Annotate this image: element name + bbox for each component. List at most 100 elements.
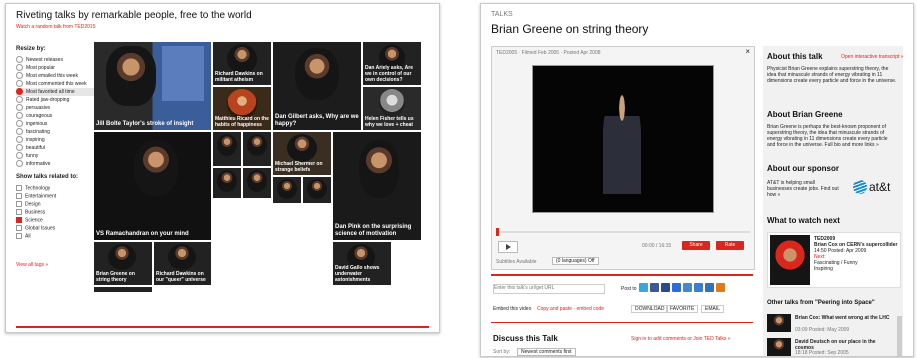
sign-in-link[interactable]: Sign in to add comments or Join TED Talk… [631, 336, 731, 342]
video-frame[interactable] [532, 65, 714, 213]
view-all-tags-link[interactable]: View all tags » [16, 262, 48, 268]
speaker-photo [277, 179, 297, 199]
progress-handle[interactable] [496, 228, 499, 236]
radio-icon[interactable] [16, 88, 23, 95]
tile-dan-gilbert[interactable]: Dan Gilbert asks, Why are we happy? [273, 42, 361, 130]
resize-option[interactable]: Most commented this week [16, 80, 96, 88]
other-talk-1[interactable]: Brian Cox: What went wrong at the LHC 03… [767, 314, 893, 334]
checkbox-icon[interactable] [16, 201, 22, 207]
resize-option[interactable]: Most favorited all time [16, 88, 96, 96]
tile-loftus[interactable] [213, 132, 241, 166]
tile-gallo[interactable]: David Gallo shows underwater astonishmen… [333, 242, 391, 285]
speaker-photo [217, 170, 237, 192]
player-rule [491, 274, 753, 276]
other-talk-2[interactable]: David Deutsch on our place in the cosmos… [767, 338, 893, 356]
scrollbar[interactable] [897, 316, 902, 356]
tile-small-b[interactable] [243, 168, 271, 198]
share-button[interactable]: Share [682, 241, 710, 250]
embed-links[interactable]: Copy and paste · embed code [537, 306, 604, 312]
radio-icon[interactable] [16, 144, 23, 151]
digg-icon[interactable] [683, 283, 692, 292]
topic-option[interactable]: Entertainment [16, 193, 96, 201]
tile-ricard[interactable]: Matthieu Ricard on the habits of happine… [213, 87, 271, 130]
radio-icon[interactable] [16, 72, 23, 79]
topic-option-label: Science [25, 217, 43, 224]
tile-dawkins2[interactable]: Richard Dawkins on our "queer" universe [154, 242, 211, 285]
tile-small-d[interactable] [303, 177, 331, 203]
favorite-button[interactable]: FAVORITE [666, 305, 699, 313]
tile-small-c[interactable] [273, 177, 301, 203]
checkbox-icon[interactable] [16, 233, 22, 239]
checkbox-icon[interactable] [16, 217, 22, 223]
tile-dan-pink[interactable]: Dan Pink on the surprising science of mo… [333, 132, 421, 240]
myspace-icon[interactable] [661, 283, 670, 292]
tile-ariely[interactable]: Dan Ariely asks, Are we in control of ou… [363, 42, 421, 85]
resize-option[interactable]: courageous [16, 112, 96, 120]
resize-option[interactable]: funny [16, 152, 96, 160]
email-icon[interactable] [705, 283, 714, 292]
radio-icon[interactable] [16, 64, 23, 71]
checkbox-icon[interactable] [16, 193, 22, 199]
tile-delgado[interactable] [94, 287, 152, 292]
play-button[interactable] [498, 241, 518, 253]
rss-icon[interactable] [716, 283, 725, 292]
rate-button[interactable]: Rate [716, 241, 744, 250]
facebook-icon[interactable] [650, 283, 659, 292]
topic-option[interactable]: Global Issues [16, 225, 96, 233]
sort-select[interactable]: Newest comments first [517, 348, 576, 356]
topic-option[interactable]: Design [16, 201, 96, 209]
radio-icon[interactable] [16, 80, 23, 87]
tile-gilbert-brain[interactable] [243, 132, 271, 166]
radio-icon[interactable] [16, 152, 23, 159]
resize-option[interactable]: inspiring [16, 136, 96, 144]
tile-fisher[interactable]: Helen Fisher tells us why we love + chea… [363, 87, 421, 130]
resize-option[interactable]: Most emailed this week [16, 72, 96, 80]
topic-option[interactable]: Science [16, 217, 96, 225]
tile-small-a[interactable] [213, 168, 241, 198]
radio-icon[interactable] [16, 160, 23, 167]
radio-icon[interactable] [16, 104, 23, 111]
checkbox-icon[interactable] [16, 209, 22, 215]
radio-icon[interactable] [16, 56, 23, 63]
checkbox-icon[interactable] [16, 185, 22, 191]
checkbox-icon[interactable] [16, 225, 22, 231]
topic-option-label: Design [25, 201, 41, 208]
topic-option[interactable]: Business [16, 209, 96, 217]
radio-icon[interactable] [16, 128, 23, 135]
progress-track[interactable] [496, 228, 750, 236]
stumbleupon-icon[interactable] [694, 283, 703, 292]
random-talk-link[interactable]: Watch a random talk from TED2015 [16, 24, 95, 30]
resize-option[interactable]: ingenious [16, 120, 96, 128]
resize-option-label: beautiful [26, 144, 45, 151]
email-button[interactable]: EMAIL [701, 305, 725, 313]
tile-jill-bolte-taylor[interactable]: Jill Bolte Taylor's stroke of insight [94, 42, 211, 130]
radio-icon[interactable] [16, 96, 23, 103]
resize-option[interactable]: informative [16, 160, 96, 168]
tile-vs-ramachandran[interactable]: VS Ramachandran on your mind [94, 132, 211, 240]
radio-icon[interactable] [16, 112, 23, 119]
speaker-photo [307, 179, 327, 199]
topic-option[interactable]: All [16, 233, 96, 241]
delicious-icon[interactable] [672, 283, 681, 292]
radio-icon[interactable] [16, 136, 23, 143]
next-talk-line: Inspiring [814, 266, 833, 272]
tile-greene-small[interactable]: Brian Greene on string theory [94, 242, 152, 285]
close-icon[interactable]: × [745, 48, 750, 56]
tile-shermer[interactable]: Michael Shermer on strange beliefs [273, 132, 331, 175]
resize-option[interactable]: Most popular [16, 64, 96, 72]
resize-option[interactable]: Rated jaw-dropping [16, 96, 96, 104]
resize-option[interactable]: fascinating [16, 128, 96, 136]
resize-option[interactable]: Newest releases [16, 56, 96, 64]
tile-caption: Dan Pink on the surprising science of mo… [335, 224, 412, 237]
transcript-link[interactable]: Open interactive transcript » [841, 54, 904, 60]
download-button[interactable]: DOWNLOAD [631, 305, 669, 313]
subtitles-select[interactable]: (0 languages) Off [552, 257, 599, 265]
tile-dawkins[interactable]: Richard Dawkins on militant atheism [213, 42, 271, 85]
twitter-icon[interactable] [639, 283, 648, 292]
url-field[interactable]: Enter this talk's url/get URL [493, 284, 605, 294]
resize-option[interactable]: beautiful [16, 144, 96, 152]
resize-option[interactable]: persuasive [16, 104, 96, 112]
watch-next-card[interactable]: TED2009 Brian Cox on CERN's supercollider… [767, 232, 901, 288]
radio-icon[interactable] [16, 120, 23, 127]
topic-option[interactable]: Technology [16, 185, 96, 193]
